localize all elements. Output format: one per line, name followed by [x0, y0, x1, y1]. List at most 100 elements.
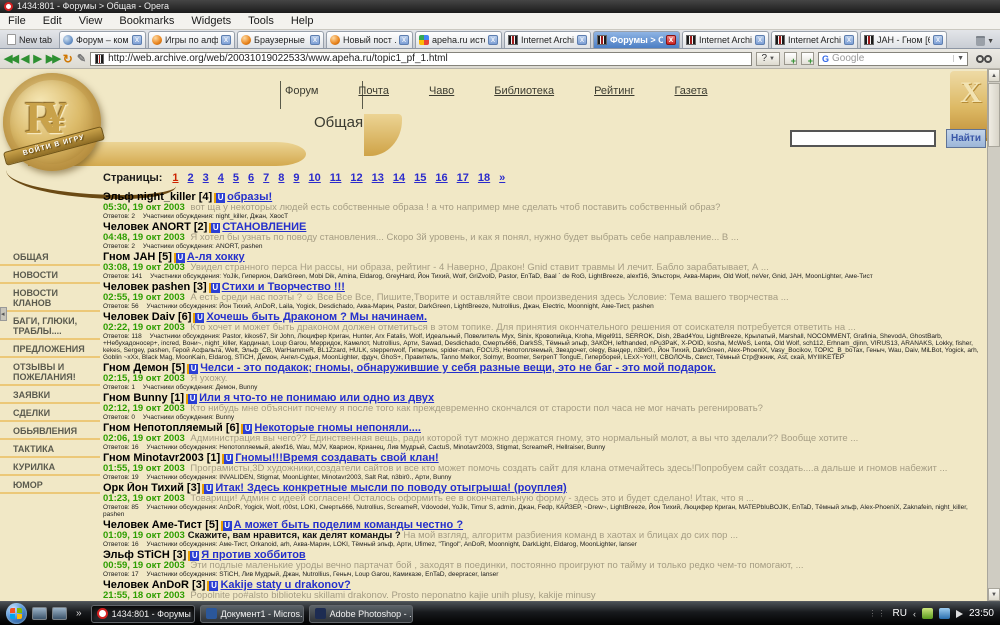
topic-title-link[interactable]: Я против хоббитов — [201, 549, 305, 561]
page-link[interactable]: 5 — [233, 172, 239, 184]
panel-toggle-arrow[interactable]: ◂ — [0, 307, 7, 321]
page-link[interactable]: 12 — [350, 172, 362, 184]
scroll-up-arrow[interactable]: ▲ — [988, 69, 1000, 82]
window-switcher-icon[interactable] — [52, 607, 67, 620]
page-link[interactable]: 9 — [293, 172, 299, 184]
sidebar-item[interactable]: ТАКТИКА — [0, 441, 100, 458]
browser-tab[interactable]: Форумы > Об... x — [593, 31, 680, 48]
topic-icon[interactable] — [222, 454, 233, 464]
browser-tab[interactable]: Internet Archi... x — [504, 31, 591, 48]
topic-title-link[interactable]: А-ля хокку — [187, 251, 245, 263]
page-link[interactable]: 4 — [218, 172, 224, 184]
topic-icon[interactable] — [209, 223, 220, 233]
sidebar-item[interactable]: ОБЬЯВЛЕНИЯ — [0, 423, 100, 440]
rewind-button[interactable]: ◀◀ — [4, 52, 17, 66]
url-field[interactable]: http://web.archive.org/web/2003101902253… — [90, 52, 752, 66]
tab-close-icon[interactable]: x — [399, 35, 409, 45]
topic-icon[interactable] — [186, 394, 197, 404]
bookmark-add-icon[interactable] — [784, 52, 797, 65]
forward-button[interactable]: ▶ — [33, 52, 41, 66]
fast-forward-button[interactable]: ▶▶ — [46, 52, 59, 66]
topic-icon[interactable] — [174, 253, 185, 263]
topic-title-link[interactable]: А может быть поделим команды честно ? — [234, 519, 463, 531]
browser-tab[interactable]: Браузерные и... x — [237, 31, 324, 48]
topic-title-link[interactable]: Гномы!!!Время создавать свой клан! — [235, 452, 438, 464]
edit-url-icon[interactable]: ✎ — [77, 52, 86, 66]
tab-close-icon[interactable]: x — [933, 35, 943, 45]
back-button[interactable]: ◀ — [21, 52, 29, 66]
quicklaunch-chevron[interactable]: » — [76, 608, 82, 619]
network-icon[interactable] — [939, 608, 950, 619]
site-nav-link[interactable]: Библиотека — [494, 85, 554, 97]
page-link[interactable]: 3 — [203, 172, 209, 184]
topic-icon[interactable] — [207, 581, 218, 591]
find-button[interactable]: Найти — [946, 129, 986, 148]
page-link[interactable]: 6 — [248, 172, 254, 184]
tab-close-icon[interactable]: x — [132, 35, 142, 45]
site-nav-link[interactable]: Форум — [285, 85, 318, 97]
page-link[interactable]: 16 — [435, 172, 447, 184]
topic-icon[interactable] — [193, 313, 204, 323]
site-nav-link[interactable]: Почта — [358, 85, 389, 97]
scroll-down-arrow[interactable]: ▼ — [988, 588, 1000, 601]
site-nav-link[interactable]: Газета — [674, 85, 707, 97]
topic-icon[interactable] — [241, 424, 252, 434]
sidebar-item[interactable]: ЗАЯВКИ — [0, 387, 100, 404]
menu-item[interactable]: Edit — [43, 15, 62, 27]
page-link[interactable]: 2 — [188, 172, 194, 184]
sidebar-item[interactable]: ОБЩАЯ — [0, 249, 100, 266]
task-button[interactable]: Документ1 - Micros... — [200, 605, 304, 623]
closed-tabs-trash[interactable]: ▼ — [976, 36, 998, 48]
volume-icon[interactable] — [956, 610, 963, 618]
topic-title-link[interactable]: СТАНОВЛЕНИЕ — [222, 221, 306, 233]
sidebar-item[interactable]: КУРИЛКА — [0, 459, 100, 476]
sidebar-item[interactable]: ОТЗЫВЫ И ПОЖЕЛАНИЯ! — [0, 359, 100, 386]
zoom-glasses-icon[interactable] — [972, 55, 996, 63]
topic-title-link[interactable]: Хочешь быть Драконом ? Мы начинаем. — [206, 311, 427, 323]
menu-item[interactable]: Tools — [248, 15, 274, 27]
show-desktop-icon[interactable] — [32, 607, 47, 620]
language-indicator[interactable]: RU — [893, 608, 907, 619]
browser-tab[interactable]: Новый пост ... x — [326, 31, 413, 48]
new-tab-button[interactable]: New tab — [2, 31, 57, 48]
topic-title-link[interactable]: Итак! Здесь конкретные мысли по поводу о… — [215, 482, 566, 494]
task-button[interactable]: 1434:801 - Форумы ... — [91, 605, 195, 623]
tab-close-icon[interactable]: x — [577, 35, 587, 45]
browser-tab[interactable]: Игры по алф... x — [148, 31, 235, 48]
sidebar-item[interactable]: ПРЕДЛОЖЕНИЯ — [0, 341, 100, 358]
tab-close-icon[interactable]: x — [310, 35, 320, 45]
help-button[interactable]: ? ▼ — [756, 52, 780, 66]
page-link[interactable]: 13 — [372, 172, 384, 184]
speeddial-add-icon[interactable] — [801, 52, 814, 65]
forum-search-input[interactable] — [790, 130, 936, 147]
sidebar-item[interactable]: БАГИ, ГЛЮКИ, ТРАБЛЫ.... — [0, 313, 100, 340]
tab-close-icon[interactable]: x — [221, 35, 231, 45]
menu-item[interactable]: Widgets — [191, 15, 231, 27]
task-button[interactable]: Adobe Photoshop - ... — [309, 605, 413, 623]
topic-icon[interactable] — [209, 283, 220, 293]
topic-icon[interactable] — [221, 521, 232, 531]
sidebar-item[interactable]: НОВОСТИ КЛАНОВ — [0, 285, 100, 312]
browser-tab[interactable]: Форум – ком... x — [59, 31, 146, 48]
topic-icon[interactable] — [202, 484, 213, 494]
tab-close-icon[interactable]: x — [666, 35, 676, 45]
menu-item[interactable]: Help — [291, 15, 314, 27]
menu-item[interactable]: Bookmarks — [119, 15, 174, 27]
topic-icon[interactable] — [188, 551, 199, 561]
site-nav-link[interactable]: Чаво — [429, 85, 454, 97]
page-link[interactable]: 1 — [172, 172, 178, 184]
scrollbar-thumb[interactable] — [988, 83, 1000, 147]
topic-title-link[interactable]: образы! — [227, 191, 272, 203]
topic-title-link[interactable]: Или я что-то не понимаю или одно из двух — [199, 392, 434, 404]
sidebar-item[interactable]: НОВОСТИ — [0, 267, 100, 284]
sidebar-item[interactable]: СДЕЛКИ — [0, 405, 100, 422]
topic-title-link[interactable]: Kakije staty u drakonov? — [220, 579, 350, 591]
menu-item[interactable]: File — [8, 15, 26, 27]
web-search-field[interactable]: G Google ▼ — [818, 52, 968, 66]
reload-icon[interactable]: ↻ — [63, 52, 73, 66]
tray-expand-chevron[interactable]: ‹ — [913, 609, 916, 619]
site-nav-link[interactable]: Рейтинг — [594, 85, 634, 97]
topic-title-link[interactable]: Некоторые гномы непоняли.... — [254, 422, 421, 434]
browser-tab[interactable]: apeha.ru исто... x — [415, 31, 502, 48]
page-link[interactable]: 18 — [478, 172, 490, 184]
